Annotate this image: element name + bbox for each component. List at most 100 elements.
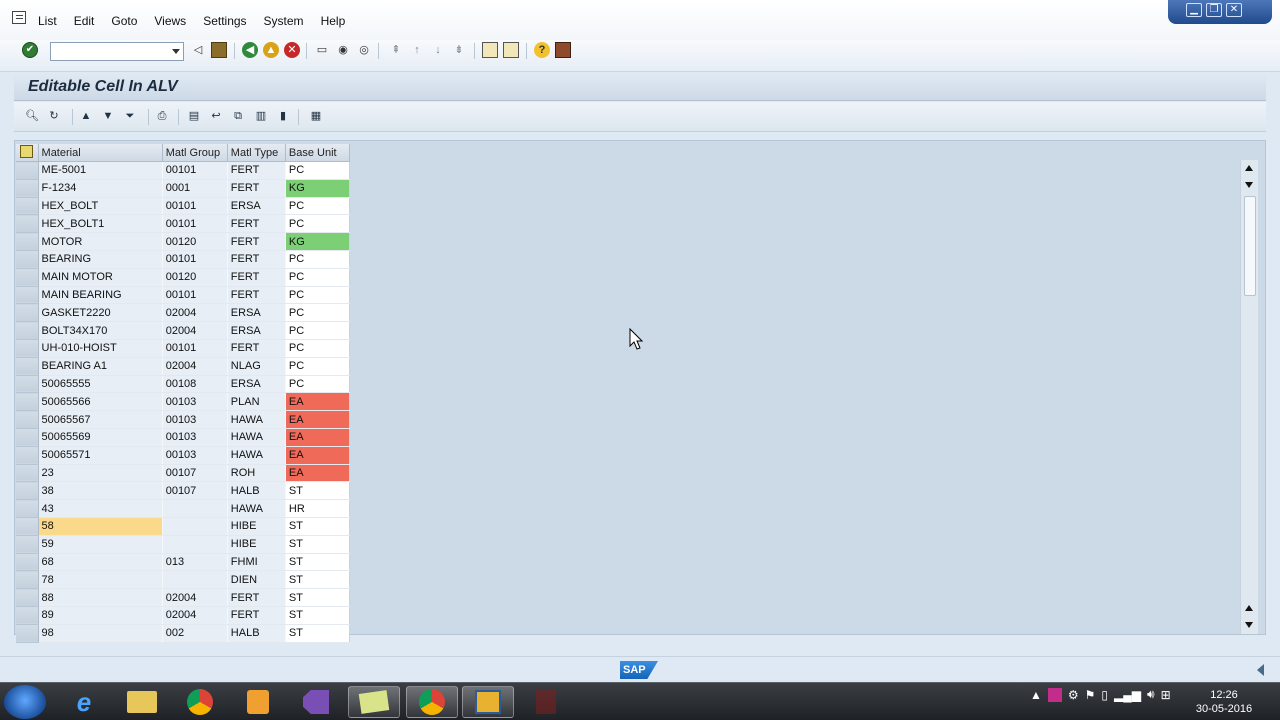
page-down-icon[interactable] (1245, 622, 1253, 628)
notes-app-icon[interactable] (348, 686, 400, 718)
row-selector[interactable] (16, 268, 39, 287)
cancel-icon[interactable]: ✕ (284, 42, 300, 58)
cell-matl-group[interactable]: 00108 (162, 375, 228, 394)
cell-matl-type[interactable]: FERT (227, 268, 286, 287)
cell-matl-type[interactable]: FERT (227, 286, 286, 305)
sort-ascending-icon[interactable]: ▲ (78, 108, 94, 124)
menu-help[interactable]: Help (321, 14, 346, 28)
table-row[interactable]: 50065569 00103 HAWA EA (16, 428, 351, 447)
cell-matl-type[interactable]: HAWA (227, 428, 286, 447)
back-triangle-icon[interactable]: ◁ (190, 42, 206, 58)
sort-descending-icon[interactable]: ▼ (100, 108, 116, 124)
column-header-matl-group[interactable]: Matl Group (162, 144, 228, 162)
cell-matl-type[interactable]: ERSA (227, 321, 286, 340)
back-arrow-icon[interactable]: ◀ (242, 42, 258, 58)
cell-material[interactable]: 50065571 (38, 446, 163, 465)
row-selector[interactable] (16, 303, 39, 323)
chrome-window-icon[interactable] (406, 686, 458, 718)
scroll-up-icon[interactable] (1245, 165, 1253, 171)
flag-icon[interactable]: ⚑ (1085, 688, 1096, 702)
table-row[interactable]: 78 DIEN ST (16, 570, 351, 590)
cell-matl-type[interactable]: NLAG (227, 357, 286, 376)
table-row[interactable]: BOLT34X170 02004 ERSA PC (16, 321, 351, 340)
cell-base-unit-editable[interactable]: EA (285, 446, 351, 465)
cell-matl-type[interactable]: FERT (227, 214, 286, 234)
volume-icon[interactable]: 🔊︎ (1147, 687, 1155, 702)
row-selector[interactable] (16, 570, 39, 590)
table-row[interactable]: 68 013 FHMI ST (16, 553, 351, 572)
network-icon[interactable]: ▂▄▆ (1114, 688, 1141, 702)
print-icon[interactable]: ▭ (314, 42, 330, 58)
cell-base-unit-editable[interactable]: PC (285, 161, 351, 180)
table-row[interactable]: 38 00107 HALB ST (16, 481, 351, 501)
cell-material[interactable]: MAIN BEARING (38, 286, 163, 305)
table-row[interactable]: 88 02004 FERT ST (16, 588, 351, 607)
cell-base-unit-editable[interactable]: PC (285, 321, 351, 340)
cell-material[interactable]: BEARING A1 (38, 357, 163, 376)
cell-material[interactable]: 59 (38, 535, 163, 554)
cell-base-unit-editable[interactable]: PC (285, 286, 351, 305)
menu-system[interactable]: System (264, 14, 304, 28)
exit-icon[interactable]: ▲ (263, 42, 279, 58)
row-selector[interactable] (16, 481, 39, 501)
cell-matl-group[interactable] (162, 517, 228, 536)
cell-base-unit-editable[interactable]: EA (285, 410, 351, 429)
menu-list[interactable]: List (38, 14, 57, 28)
row-selector[interactable] (16, 339, 39, 358)
cell-base-unit-editable[interactable]: ST (285, 553, 351, 572)
page-up-icon[interactable] (1245, 605, 1253, 611)
cell-base-unit-editable[interactable]: PC (285, 339, 351, 358)
row-selector[interactable] (16, 499, 39, 518)
cell-base-unit-editable[interactable]: EA (285, 428, 351, 447)
word-processing-icon[interactable]: ↩ (208, 108, 224, 124)
row-selector[interactable] (16, 375, 39, 394)
change-layout-icon[interactable]: ▥ (253, 108, 269, 124)
row-selector[interactable] (16, 624, 39, 643)
menu-settings[interactable]: Settings (203, 14, 246, 28)
cell-matl-type[interactable]: FERT (227, 588, 286, 607)
column-header-material[interactable]: Material (38, 144, 163, 162)
cell-base-unit-editable[interactable]: PC (285, 250, 351, 269)
cell-matl-group[interactable]: 00120 (162, 268, 228, 287)
cell-matl-type[interactable]: HIBE (227, 535, 286, 554)
cell-matl-group[interactable]: 00107 (162, 464, 228, 483)
cell-matl-type[interactable]: FERT (227, 339, 286, 358)
cell-matl-group[interactable]: 00101 (162, 286, 228, 305)
cell-matl-group[interactable]: 0001 (162, 179, 228, 198)
cell-matl-type[interactable]: DIEN (227, 570, 286, 590)
cell-matl-group[interactable]: 02004 (162, 606, 228, 625)
settings-tray-icon[interactable]: ⚙ (1068, 688, 1079, 702)
row-selector[interactable] (16, 535, 39, 554)
cell-material[interactable]: BEARING (38, 250, 163, 269)
cell-material[interactable]: F-1234 (38, 179, 163, 198)
abc-analysis-grid-icon[interactable]: ▦ (308, 108, 324, 124)
row-selector[interactable] (16, 357, 39, 376)
cell-matl-group[interactable] (162, 535, 228, 554)
row-selector[interactable] (16, 606, 39, 625)
row-selector[interactable] (16, 286, 39, 305)
row-selector[interactable] (16, 392, 39, 412)
cell-material[interactable]: 50065566 (38, 392, 163, 412)
cell-matl-type[interactable]: HAWA (227, 446, 286, 465)
next-page-icon[interactable]: ↓ (430, 42, 446, 58)
cell-matl-group[interactable]: 00101 (162, 339, 228, 358)
cell-material[interactable]: UH-010-HOIST (38, 339, 163, 358)
table-row[interactable]: UH-010-HOIST 00101 FERT PC (16, 339, 351, 358)
file-explorer-icon[interactable] (116, 686, 168, 718)
table-row[interactable]: MAIN MOTOR 00120 FERT PC (16, 268, 351, 287)
row-selector[interactable] (16, 588, 39, 607)
restore-button[interactable]: ❐ (1206, 3, 1222, 17)
table-row[interactable]: MOTOR 00120 FERT KG (16, 232, 351, 251)
table-row[interactable]: ME-5001 00101 FERT PC (16, 161, 351, 180)
cell-matl-group[interactable]: 02004 (162, 588, 228, 607)
minimize-button[interactable]: ▁ (1186, 3, 1202, 17)
cell-base-unit-editable[interactable]: PC (285, 303, 351, 323)
row-selector[interactable] (16, 410, 39, 429)
cell-matl-type[interactable]: ERSA (227, 375, 286, 394)
cell-base-unit-editable[interactable]: PC (285, 357, 351, 376)
table-row[interactable]: HEX_BOLT 00101 ERSA PC (16, 197, 351, 216)
visual-studio-icon[interactable] (290, 686, 342, 718)
cell-base-unit-editable[interactable]: ST (285, 570, 351, 590)
table-row[interactable]: 98 002 HALB ST (16, 624, 351, 643)
layout-menu-icon[interactable] (555, 42, 571, 58)
